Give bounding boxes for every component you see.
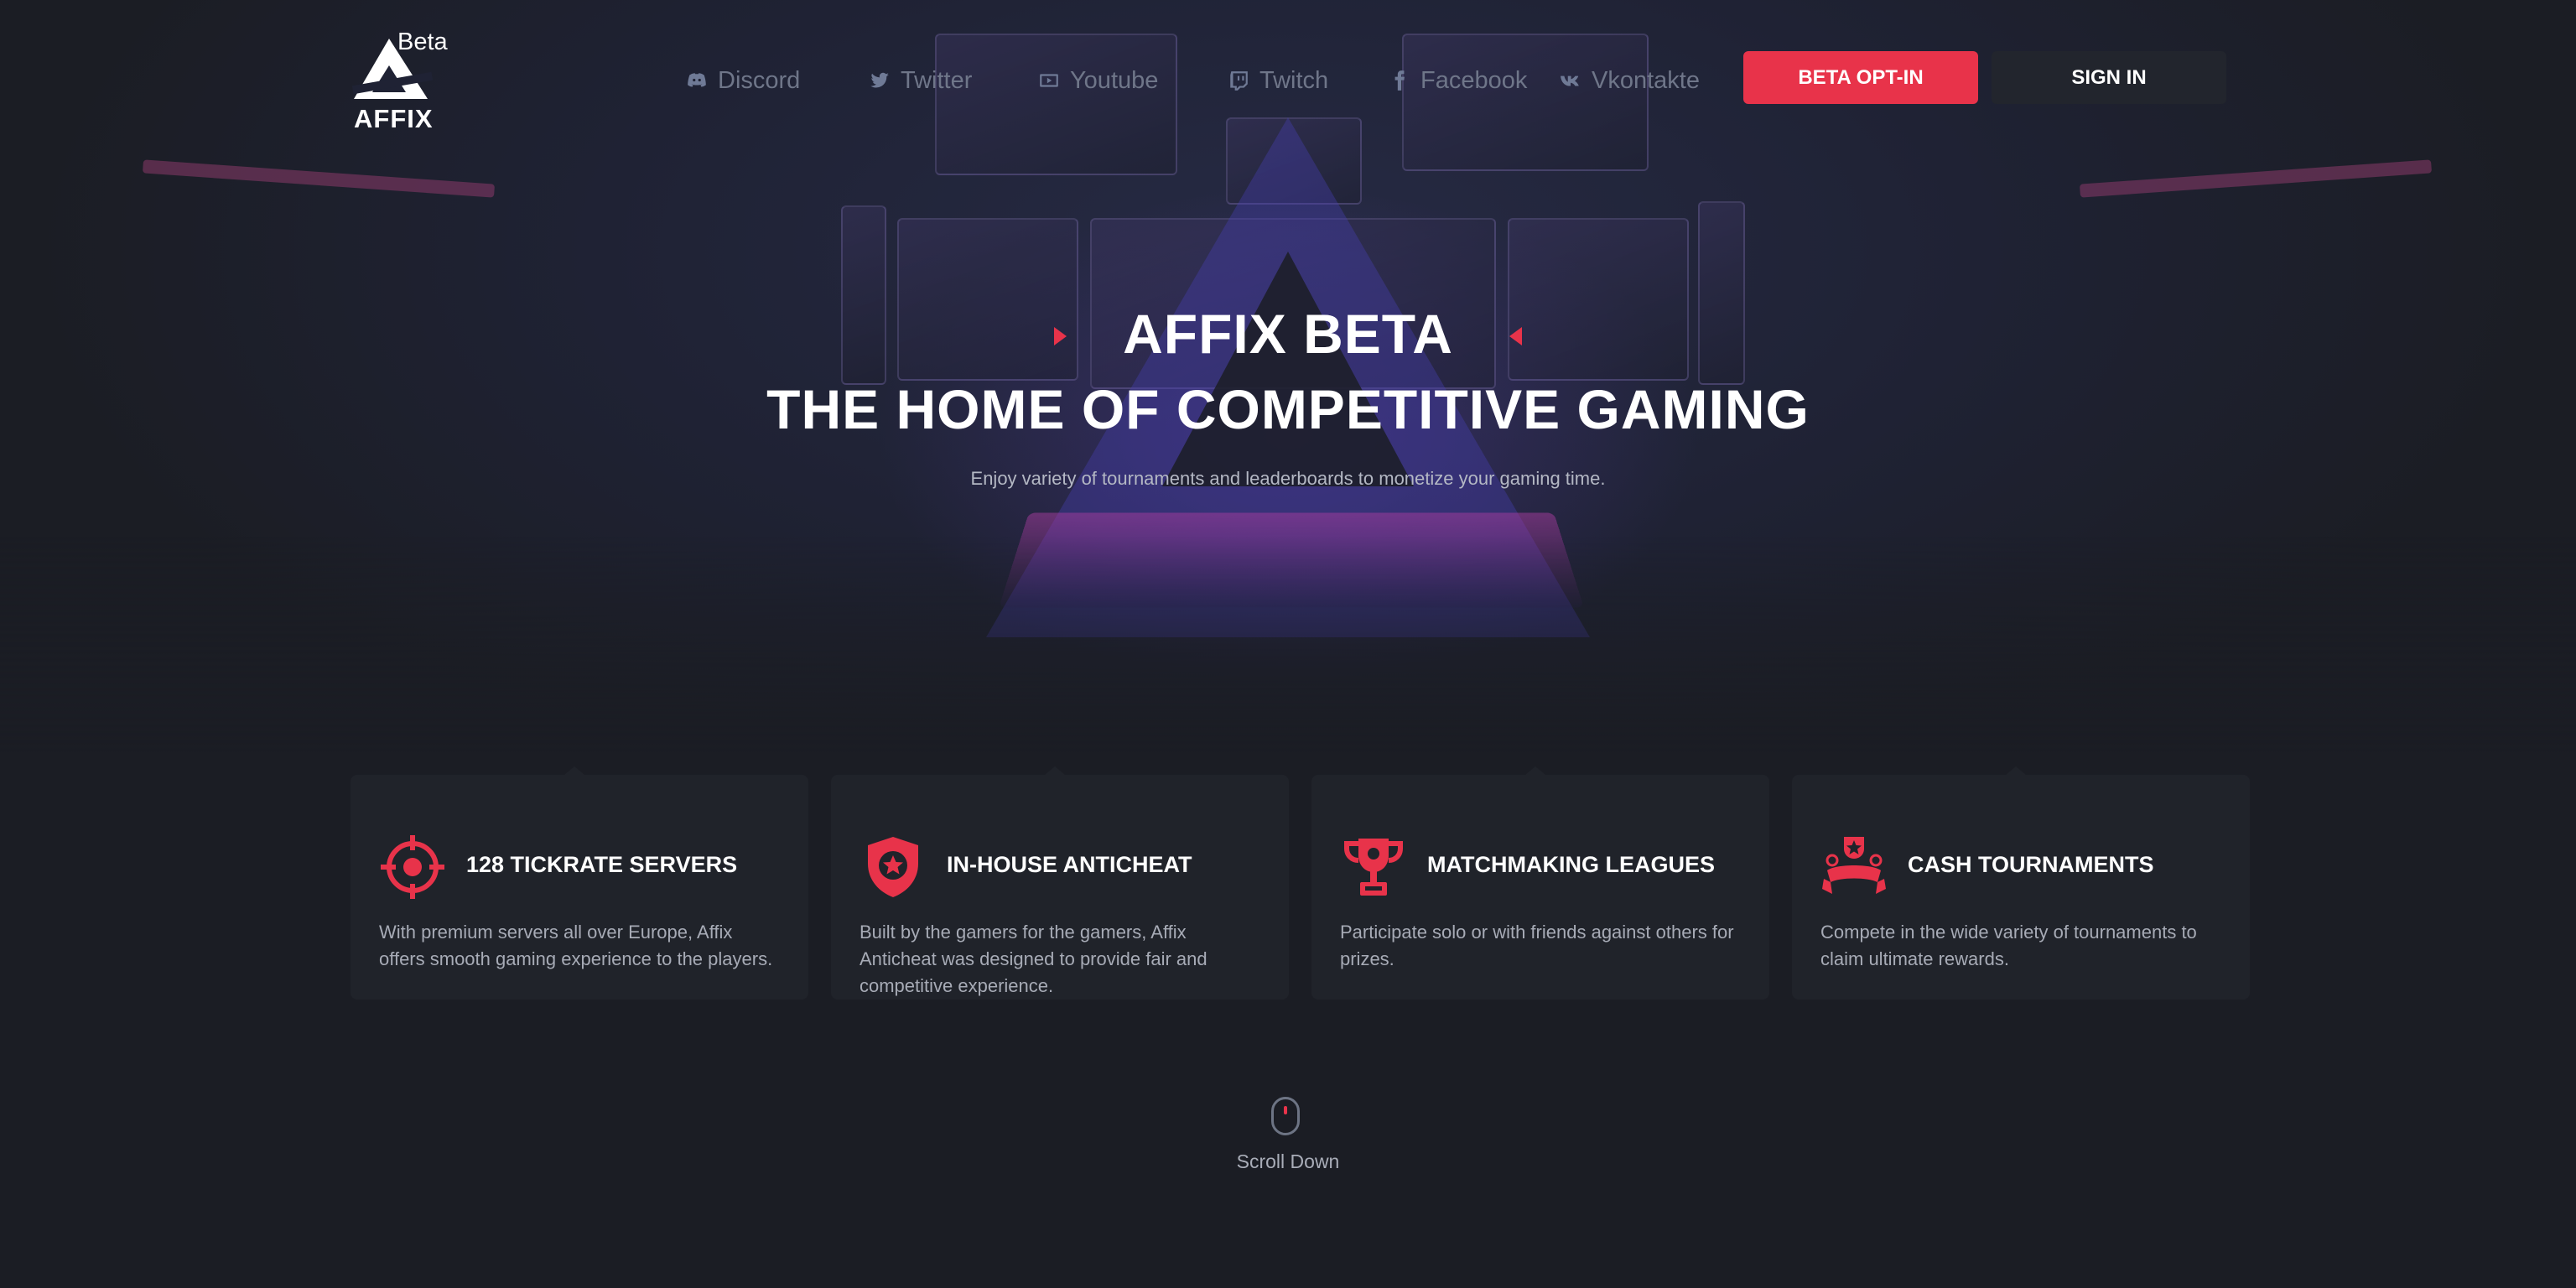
shield-star-icon: [868, 837, 918, 897]
youtube-icon: [1040, 74, 1058, 87]
logo-beta-label: Beta: [397, 29, 448, 55]
nav-vkontakte[interactable]: Vkontakte: [1560, 62, 1700, 99]
feature-card-servers: 128 TICKRATE SERVERS With premium server…: [351, 766, 808, 1000]
discord-icon: [688, 73, 706, 87]
scroll-down-label[interactable]: Scroll Down: [0, 1150, 2576, 1173]
feature-title: 128 TICKRATE SERVERS: [466, 852, 738, 877]
feature-card-tournaments: CASH TOURNAMENTS Compete in the wide var…: [1792, 766, 2250, 1000]
nav-label: Twitch: [1259, 66, 1329, 94]
hero-title: AFFIX BETA: [1123, 303, 1453, 365]
vk-icon: [1561, 75, 1579, 86]
sign-in-button[interactable]: SIGN IN: [1992, 51, 2226, 104]
feature-description: Participate solo or with friends against…: [1340, 922, 1734, 969]
twitch-icon: [1230, 71, 1248, 91]
nav-youtube[interactable]: Youtube: [1038, 62, 1158, 99]
nav-label: Youtube: [1070, 66, 1159, 94]
prize-badge-icon: [1822, 837, 1886, 894]
mouse-icon[interactable]: [1271, 1097, 1300, 1135]
nav-label: Discord: [718, 66, 801, 94]
feature-title: MATCHMAKING LEAGUES: [1427, 852, 1715, 877]
feature-description: Built by the gamers for the gamers, Affi…: [860, 922, 1208, 996]
feature-title: IN-HOUSE ANTICHEAT: [947, 852, 1192, 877]
nav-discord[interactable]: Discord: [686, 62, 800, 99]
nav-twitter[interactable]: Twitter: [869, 62, 972, 99]
feature-card-anticheat: IN-HOUSE ANTICHEAT Built by the gamers f…: [831, 766, 1289, 1000]
beta-opt-in-button[interactable]: BETA OPT-IN: [1743, 51, 1978, 104]
nav-label: Facebook: [1420, 66, 1528, 94]
facebook-icon: [1394, 70, 1405, 91]
twitter-icon: [870, 72, 889, 88]
hero-subtitle: Enjoy variety of tournaments and leaderb…: [970, 468, 1606, 489]
logo-wordmark[interactable]: AFFIX: [354, 104, 434, 134]
nav-facebook[interactable]: Facebook: [1389, 62, 1527, 99]
nav-label: Vkontakte: [1592, 66, 1700, 94]
crosshair-icon: [381, 835, 444, 899]
feature-title: CASH TOURNAMENTS: [1908, 852, 2154, 877]
nav-label: Twitter: [901, 66, 973, 94]
feature-description: With premium servers all over Europe, Af…: [379, 922, 773, 969]
nav-twitch[interactable]: Twitch: [1228, 62, 1328, 99]
feature-card-leagues: MATCHMAKING LEAGUES Participate solo or …: [1311, 766, 1769, 1000]
feature-description: Compete in the wide variety of tournamen…: [1820, 922, 2197, 969]
trophy-icon: [1344, 839, 1403, 896]
hero-headline: THE HOME OF COMPETITIVE GAMING: [766, 378, 1810, 440]
